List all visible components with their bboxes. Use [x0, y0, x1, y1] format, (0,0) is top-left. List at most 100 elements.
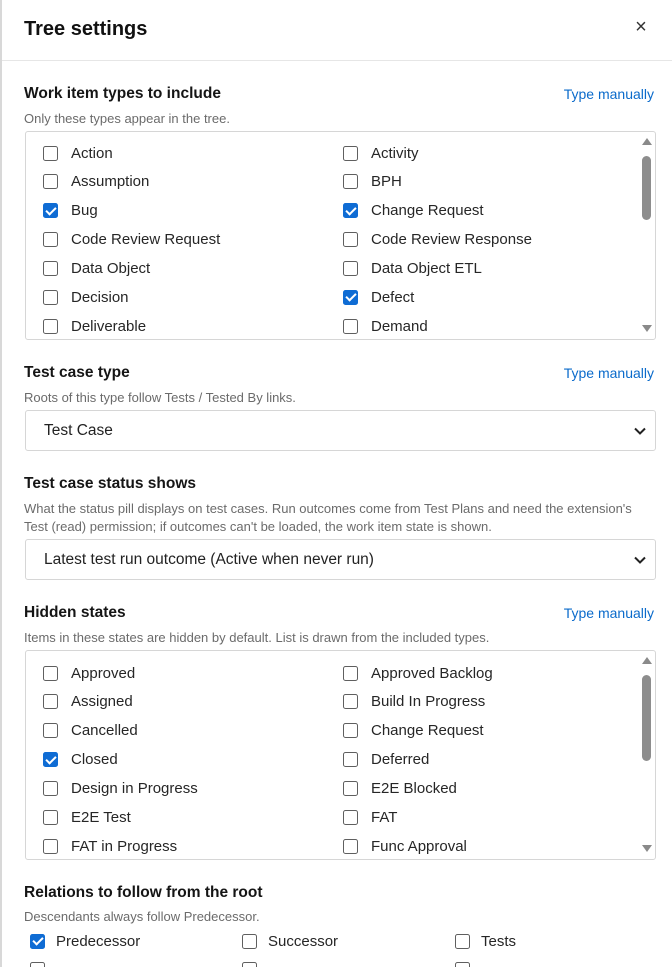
- panel-title: Tree settings: [24, 18, 148, 40]
- work-item-type-option-assumption[interactable]: Assumption: [43, 171, 149, 193]
- work-item-type-option-bug[interactable]: Bug: [43, 200, 98, 222]
- work-item-type-option-label: Deliverable: [71, 317, 147, 335]
- hidden-state-option-label: Assigned: [71, 693, 133, 711]
- hidden-state-checkbox[interactable]: [43, 752, 58, 768]
- hidden-state-option-e2e-test[interactable]: E2E Test: [43, 806, 131, 828]
- scrollbar-thumb[interactable]: [642, 156, 651, 220]
- close-icon[interactable]: ×: [630, 16, 652, 38]
- work-item-type-option-label: Activity: [371, 144, 419, 162]
- hidden-state-checkbox[interactable]: [43, 780, 58, 796]
- work-item-type-checkbox[interactable]: [43, 203, 58, 219]
- hidden-state-checkbox[interactable]: [343, 752, 358, 768]
- hidden-state-checkbox[interactable]: [43, 694, 58, 710]
- work-item-type-option-data-object[interactable]: Data Object: [43, 257, 150, 279]
- hidden-state-option-label: Func Approval: [371, 837, 467, 855]
- work-item-types-type-manually-link[interactable]: Type manually: [564, 86, 654, 102]
- work-item-type-option-change-request[interactable]: Change Request: [343, 200, 484, 222]
- work-item-type-option-defect[interactable]: Defect: [343, 286, 414, 308]
- scroll-down-arrow-icon[interactable]: [642, 845, 652, 852]
- hidden-state-option-label: Design in Progress: [71, 779, 198, 797]
- relation-checkbox[interactable]: [30, 933, 45, 949]
- hidden-states-type-manually-link[interactable]: Type manually: [564, 605, 654, 621]
- relation-option-predecessor[interactable]: Predecessor: [30, 930, 140, 952]
- hidden-state-checkbox[interactable]: [343, 838, 358, 854]
- work-item-type-checkbox[interactable]: [43, 232, 58, 248]
- hidden-state-option-design-in-progress[interactable]: Design in Progress: [43, 777, 198, 799]
- hidden-state-checkbox[interactable]: [343, 723, 358, 739]
- hidden-state-checkbox[interactable]: [43, 723, 58, 739]
- hidden-state-option-label: Approved: [71, 664, 136, 682]
- work-item-type-checkbox[interactable]: [43, 174, 58, 190]
- hidden-state-checkbox[interactable]: [43, 665, 58, 681]
- work-item-type-option-code-review-request[interactable]: Code Review Request: [43, 229, 220, 251]
- work-item-type-checkbox[interactable]: [43, 289, 58, 305]
- hidden-state-option-label: Approved Backlog: [371, 664, 493, 682]
- work-item-type-checkbox[interactable]: [343, 289, 358, 305]
- hidden-states-scrollbar[interactable]: [638, 651, 655, 859]
- work-item-type-option-bph[interactable]: BPH: [343, 171, 402, 193]
- work-item-type-checkbox[interactable]: [343, 203, 358, 219]
- hidden-state-checkbox[interactable]: [43, 809, 58, 825]
- work-item-type-option-label: Code Review Response: [371, 231, 532, 249]
- hidden-state-checkbox[interactable]: [343, 809, 358, 825]
- hidden-state-checkbox[interactable]: [43, 838, 58, 854]
- work-item-type-option-deliverable[interactable]: Deliverable: [43, 315, 146, 337]
- hidden-state-option-fat[interactable]: FAT: [343, 806, 397, 828]
- hidden-state-option-closed[interactable]: Closed: [43, 749, 118, 771]
- work-item-type-checkbox[interactable]: [343, 318, 358, 334]
- hidden-state-option-e2e-blocked[interactable]: E2E Blocked: [343, 777, 457, 799]
- hidden-state-option-label: E2E Blocked: [371, 779, 457, 797]
- work-item-types-scrollbar[interactable]: [638, 132, 655, 339]
- test-case-type-select[interactable]: Test Case: [25, 410, 656, 451]
- work-item-type-option-label: Action: [71, 144, 113, 162]
- work-item-type-option-activity[interactable]: Activity: [343, 142, 419, 164]
- hidden-state-checkbox[interactable]: [343, 694, 358, 710]
- relation-checkbox[interactable]: [455, 962, 470, 967]
- relation-checkbox[interactable]: [455, 933, 470, 949]
- work-item-type-checkbox[interactable]: [343, 232, 358, 248]
- scroll-up-arrow-icon[interactable]: [642, 657, 652, 664]
- work-item-types-description: Only these types appear in the tree.: [24, 111, 230, 126]
- hidden-states-list[interactable]: Approved Approved Backlog Assigned Build In…: [25, 650, 656, 860]
- hidden-state-checkbox[interactable]: [343, 665, 358, 681]
- work-item-type-checkbox[interactable]: [343, 174, 358, 190]
- hidden-state-option-fat-in-progress[interactable]: FAT in Progress: [43, 835, 177, 857]
- work-item-type-checkbox[interactable]: [343, 260, 358, 276]
- test-case-status-select[interactable]: Latest test run outcome (Active when nev…: [25, 539, 656, 580]
- scroll-down-arrow-icon[interactable]: [642, 325, 652, 332]
- hidden-state-option-label: Change Request: [371, 722, 484, 740]
- work-item-type-option-decision[interactable]: Decision: [43, 286, 129, 308]
- hidden-state-checkbox[interactable]: [343, 780, 358, 796]
- relation-checkbox[interactable]: [30, 962, 45, 967]
- hidden-state-option-change-request[interactable]: Change Request: [343, 720, 484, 742]
- hidden-state-option-deferred[interactable]: Deferred: [343, 749, 429, 771]
- relation-option-successor[interactable]: Successor: [242, 930, 338, 952]
- test-case-status-value: Latest test run outcome (Active when nev…: [44, 551, 374, 568]
- work-item-type-option-code-review-response[interactable]: Code Review Response: [343, 229, 532, 251]
- work-item-type-checkbox[interactable]: [43, 145, 58, 161]
- relations-description: Descendants always follow Predecessor.: [24, 909, 260, 924]
- hidden-state-option-build-in-progress[interactable]: Build In Progress: [343, 691, 485, 713]
- work-item-type-option-action[interactable]: Action: [43, 142, 113, 164]
- work-item-type-option-demand[interactable]: Demand: [343, 315, 428, 337]
- work-item-type-checkbox[interactable]: [43, 318, 58, 334]
- work-item-type-option-data-object-etl[interactable]: Data Object ETL: [343, 257, 482, 279]
- hidden-state-option-func-approval[interactable]: Func Approval: [343, 835, 467, 857]
- relations-title: Relations to follow from the root: [24, 884, 263, 901]
- scrollbar-thumb[interactable]: [642, 675, 651, 761]
- work-item-types-list[interactable]: Action Activity Assumption BPH Bug Change Req…: [25, 131, 656, 340]
- hidden-state-option-assigned[interactable]: Assigned: [43, 691, 133, 713]
- work-item-type-checkbox[interactable]: [343, 145, 358, 161]
- relation-option-tests[interactable]: Tests: [455, 930, 516, 952]
- scroll-up-arrow-icon[interactable]: [642, 138, 652, 145]
- hidden-state-option-approved[interactable]: Approved: [43, 662, 135, 684]
- test-case-type-type-manually-link[interactable]: Type manually: [564, 365, 654, 381]
- test-case-type-value: Test Case: [44, 422, 113, 439]
- hidden-state-option-cancelled[interactable]: Cancelled: [43, 720, 138, 742]
- chevron-down-icon: [634, 427, 646, 435]
- work-item-type-checkbox[interactable]: [43, 260, 58, 276]
- relation-option-label: Successor: [268, 932, 339, 950]
- relation-checkbox[interactable]: [242, 962, 257, 967]
- hidden-state-option-approved-backlog[interactable]: Approved Backlog: [343, 662, 493, 684]
- relation-checkbox[interactable]: [242, 933, 257, 949]
